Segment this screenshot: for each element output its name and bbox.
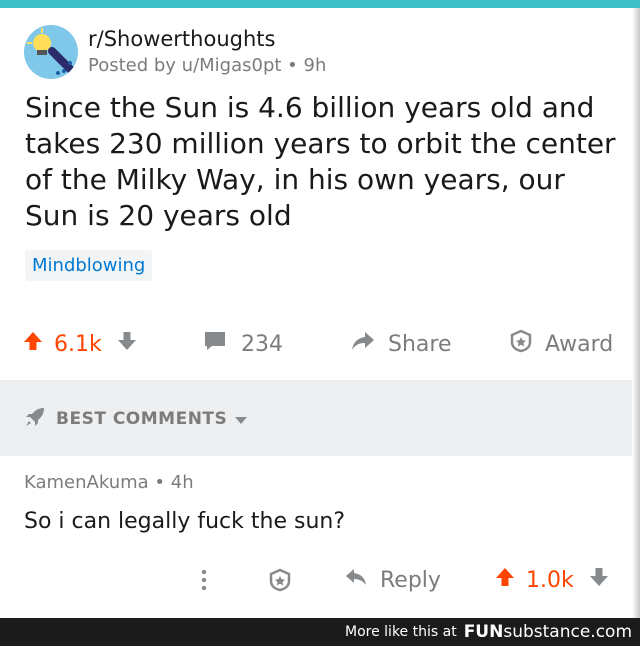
footer-text: More like this at [345,624,457,640]
top-accent-strip [0,0,640,8]
reply-label: Reply [380,567,441,593]
rocket-icon [24,406,46,432]
comment-sort-bar: BEST COMMENTS [0,380,632,456]
share-label: Share [388,331,452,357]
comment-count: 234 [241,331,283,357]
comment-actions: Reply 1.0k [0,560,632,600]
reply-button[interactable]: Reply [344,560,441,600]
arrow-up-icon[interactable] [22,330,44,358]
award-icon[interactable] [268,560,292,600]
award-label: Award [545,331,614,357]
comment-author[interactable]: KamenAkuma • 4h [24,470,194,496]
scroll-shadow [632,8,640,618]
posted-by: Posted by u/Migas0pt • 9h [88,54,327,76]
post-vote-controls: 6.1k [22,320,138,368]
chat-bubble-icon [203,330,227,358]
kebab-icon[interactable] [200,560,208,600]
comment-vote-controls: 1.0k [494,560,610,600]
subreddit-name[interactable]: r/Showerthoughts [88,26,326,52]
watermark-footer: More like this at FUN substance.com [0,618,640,646]
footer-brand-bold: FUN [463,622,504,642]
post-title: Since the Sun is 4.6 billion years old a… [25,91,616,232]
upvote-count: 6.1k [54,331,102,357]
post-header: r/Showerthoughts Posted by u/Migas0pt • … [24,24,326,80]
comment-body: So i can legally fuck the sun? [24,509,346,534]
award-button[interactable]: Award [509,320,613,368]
comments-button[interactable]: 234 [203,320,283,368]
showerthoughts-lightbulb-icon[interactable] [24,25,78,79]
comment-vote-count: 1.0k [526,567,574,593]
share-arrow-icon [350,330,376,358]
arrow-up-icon[interactable] [494,566,516,594]
chevron-down-icon [235,410,248,429]
arrow-down-icon[interactable] [116,330,138,358]
comment-sort-label: BEST COMMENTS [56,409,228,429]
award-icon [509,329,533,359]
comment-sort-dropdown[interactable]: BEST COMMENTS [24,406,248,432]
post-actions: 6.1k 234 Share Award [0,320,632,368]
arrow-down-icon[interactable] [588,566,610,594]
share-button[interactable]: Share [350,320,452,368]
reply-arrow-icon [344,567,368,593]
post-flair[interactable]: Mindblowing [25,250,153,281]
footer-brand-rest: substance.com [503,622,632,642]
